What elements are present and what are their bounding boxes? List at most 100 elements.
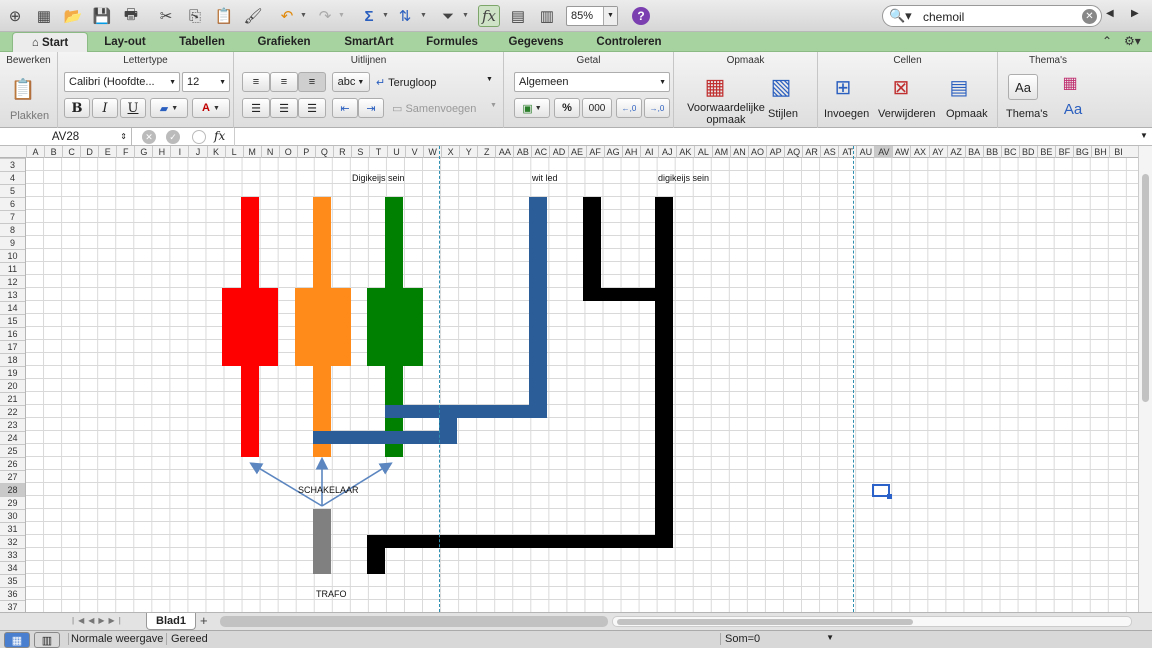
- row-header[interactable]: 26: [0, 457, 25, 470]
- theme-fonts-icon[interactable]: Aa: [1058, 98, 1088, 120]
- column-header[interactable]: Q: [314, 146, 333, 158]
- align-center-icon[interactable]: ☰: [270, 98, 298, 118]
- open-icon[interactable]: 📂: [62, 5, 84, 27]
- column-header[interactable]: L: [224, 146, 243, 158]
- row-header[interactable]: 22: [0, 405, 25, 418]
- row-header[interactable]: 29: [0, 496, 25, 509]
- column-header[interactable]: AV: [874, 146, 893, 158]
- row-header[interactable]: 34: [0, 561, 25, 574]
- italic-button[interactable]: I: [92, 98, 118, 118]
- transformer-block[interactable]: [313, 509, 331, 574]
- sheet-tab-blad1[interactable]: Blad1: [146, 613, 196, 630]
- tab-formules[interactable]: Formules: [416, 32, 488, 52]
- row-header[interactable]: 20: [0, 379, 25, 392]
- column-header[interactable]: BH: [1090, 146, 1109, 158]
- copy-icon[interactable]: ⎘: [184, 5, 206, 27]
- format-painter-icon[interactable]: 🖌: [242, 5, 264, 27]
- worksheet[interactable]: A B C D E F G H I J K L M N O P Q R S T U V W X Y Z AA AB AC AD AE AF AG…: [0, 146, 1138, 612]
- clear-search-icon[interactable]: ✕: [1082, 9, 1097, 24]
- selected-cell[interactable]: [872, 484, 892, 499]
- column-header[interactable]: H: [152, 146, 170, 158]
- delete-cells-icon[interactable]: ⊠: [886, 72, 916, 102]
- row-header[interactable]: 37: [0, 600, 25, 612]
- paste-button[interactable]: 📋: [8, 72, 38, 106]
- cut-icon[interactable]: ✂: [155, 5, 177, 27]
- column-header[interactable]: AR: [802, 146, 820, 158]
- zoom-select[interactable]: 85% ▼: [566, 6, 618, 26]
- column-header[interactable]: AX: [910, 146, 928, 158]
- insert-label[interactable]: Invoegen: [824, 108, 869, 120]
- row-header[interactable]: 17: [0, 340, 25, 353]
- search-previous-icon[interactable]: ◀: [1106, 8, 1114, 19]
- themes-icon[interactable]: Aa: [1008, 74, 1038, 100]
- column-header[interactable]: AS: [820, 146, 838, 158]
- row-header[interactable]: 21: [0, 392, 25, 405]
- align-middle-icon[interactable]: ≡: [270, 72, 298, 92]
- column-header[interactable]: U: [387, 146, 405, 158]
- vertical-scroll-thumb[interactable]: [1142, 174, 1149, 402]
- column-header[interactable]: AB: [513, 146, 531, 158]
- vertical-scrollbar[interactable]: [1138, 146, 1152, 612]
- column-header[interactable]: T: [368, 146, 387, 158]
- confirm-icon[interactable]: ✓: [166, 130, 180, 144]
- column-header[interactable]: D: [80, 146, 98, 158]
- paste-icon[interactable]: 📋: [213, 5, 235, 27]
- conditional-format-label[interactable]: Voorwaardelijke opmaak: [678, 102, 774, 126]
- horizontal-scroll-thumb[interactable]: [617, 619, 913, 625]
- row-header[interactable]: 27: [0, 470, 25, 483]
- undo-icon[interactable]: ↶: [276, 5, 298, 27]
- row-header[interactable]: 7: [0, 210, 25, 223]
- tab-controleren[interactable]: Controleren: [584, 32, 674, 52]
- column-header[interactable]: AE: [567, 146, 586, 158]
- save-icon[interactable]: 💾: [91, 5, 113, 27]
- row-header[interactable]: 10: [0, 249, 25, 262]
- column-header[interactable]: C: [62, 146, 80, 158]
- row-header[interactable]: 15: [0, 314, 25, 327]
- formula-builder-icon[interactable]: fx: [478, 5, 500, 27]
- black-wire-segment[interactable]: [583, 197, 601, 301]
- merge-dropdown-icon[interactable]: ▼: [490, 102, 497, 109]
- column-header[interactable]: BA: [964, 146, 983, 158]
- ribbon-settings-icon[interactable]: ⚙▾: [1124, 34, 1141, 48]
- templates-icon[interactable]: ▦: [33, 5, 55, 27]
- decrease-indent-icon[interactable]: ⇤: [332, 98, 358, 118]
- wrap-dropdown-icon[interactable]: ▼: [486, 76, 493, 83]
- increase-decimal-icon[interactable]: ←,0: [616, 98, 642, 118]
- help-icon[interactable]: ?: [632, 7, 650, 25]
- align-top-icon[interactable]: ≡: [242, 72, 270, 92]
- column-header[interactable]: AP: [766, 146, 784, 158]
- column-header[interactable]: K: [206, 146, 225, 158]
- fill-handle[interactable]: [887, 494, 892, 499]
- styles-icon[interactable]: ▧: [764, 72, 798, 102]
- column-header[interactable]: AK: [675, 146, 694, 158]
- name-box[interactable]: AV28 ⇕: [0, 128, 132, 146]
- print-icon[interactable]: 🖶: [120, 5, 142, 27]
- font-color-button[interactable]: A ▼: [192, 98, 230, 118]
- column-header[interactable]: BC: [1000, 146, 1019, 158]
- column-header[interactable]: BG: [1072, 146, 1091, 158]
- align-bottom-icon[interactable]: ≡: [298, 72, 326, 92]
- new-document-icon[interactable]: ⊕: [4, 5, 26, 27]
- switch-arrows[interactable]: [226, 454, 426, 514]
- underline-button[interactable]: U: [120, 98, 146, 118]
- label-digikeijs-sein-2[interactable]: digikeijs sein: [658, 173, 709, 183]
- green-signal-body[interactable]: [367, 288, 423, 366]
- themes-label[interactable]: Thema's: [1006, 108, 1048, 120]
- column-header[interactable]: Y: [459, 146, 477, 158]
- column-header[interactable]: BE: [1036, 146, 1055, 158]
- column-header[interactable]: AM: [711, 146, 730, 158]
- column-header[interactable]: F: [116, 146, 134, 158]
- thousands-button[interactable]: 000: [582, 98, 612, 118]
- sheet-navigation-icon[interactable]: |◀◀▶▶|: [72, 616, 125, 625]
- label-wit-led[interactable]: wit led: [532, 173, 558, 183]
- black-wire-segment[interactable]: [367, 535, 385, 574]
- column-header[interactable]: AL: [693, 146, 712, 158]
- filter-icon[interactable]: ⏷: [437, 5, 459, 27]
- column-header[interactable]: G: [134, 146, 152, 158]
- blue-wire-segment[interactable]: [313, 431, 457, 444]
- tab-grafieken[interactable]: Grafieken: [246, 32, 322, 52]
- delete-label[interactable]: Verwijderen: [878, 108, 935, 120]
- row-header[interactable]: 28: [0, 483, 25, 496]
- toolbox-icon[interactable]: ▥: [536, 5, 558, 27]
- tab-layout[interactable]: Lay-out: [92, 32, 158, 52]
